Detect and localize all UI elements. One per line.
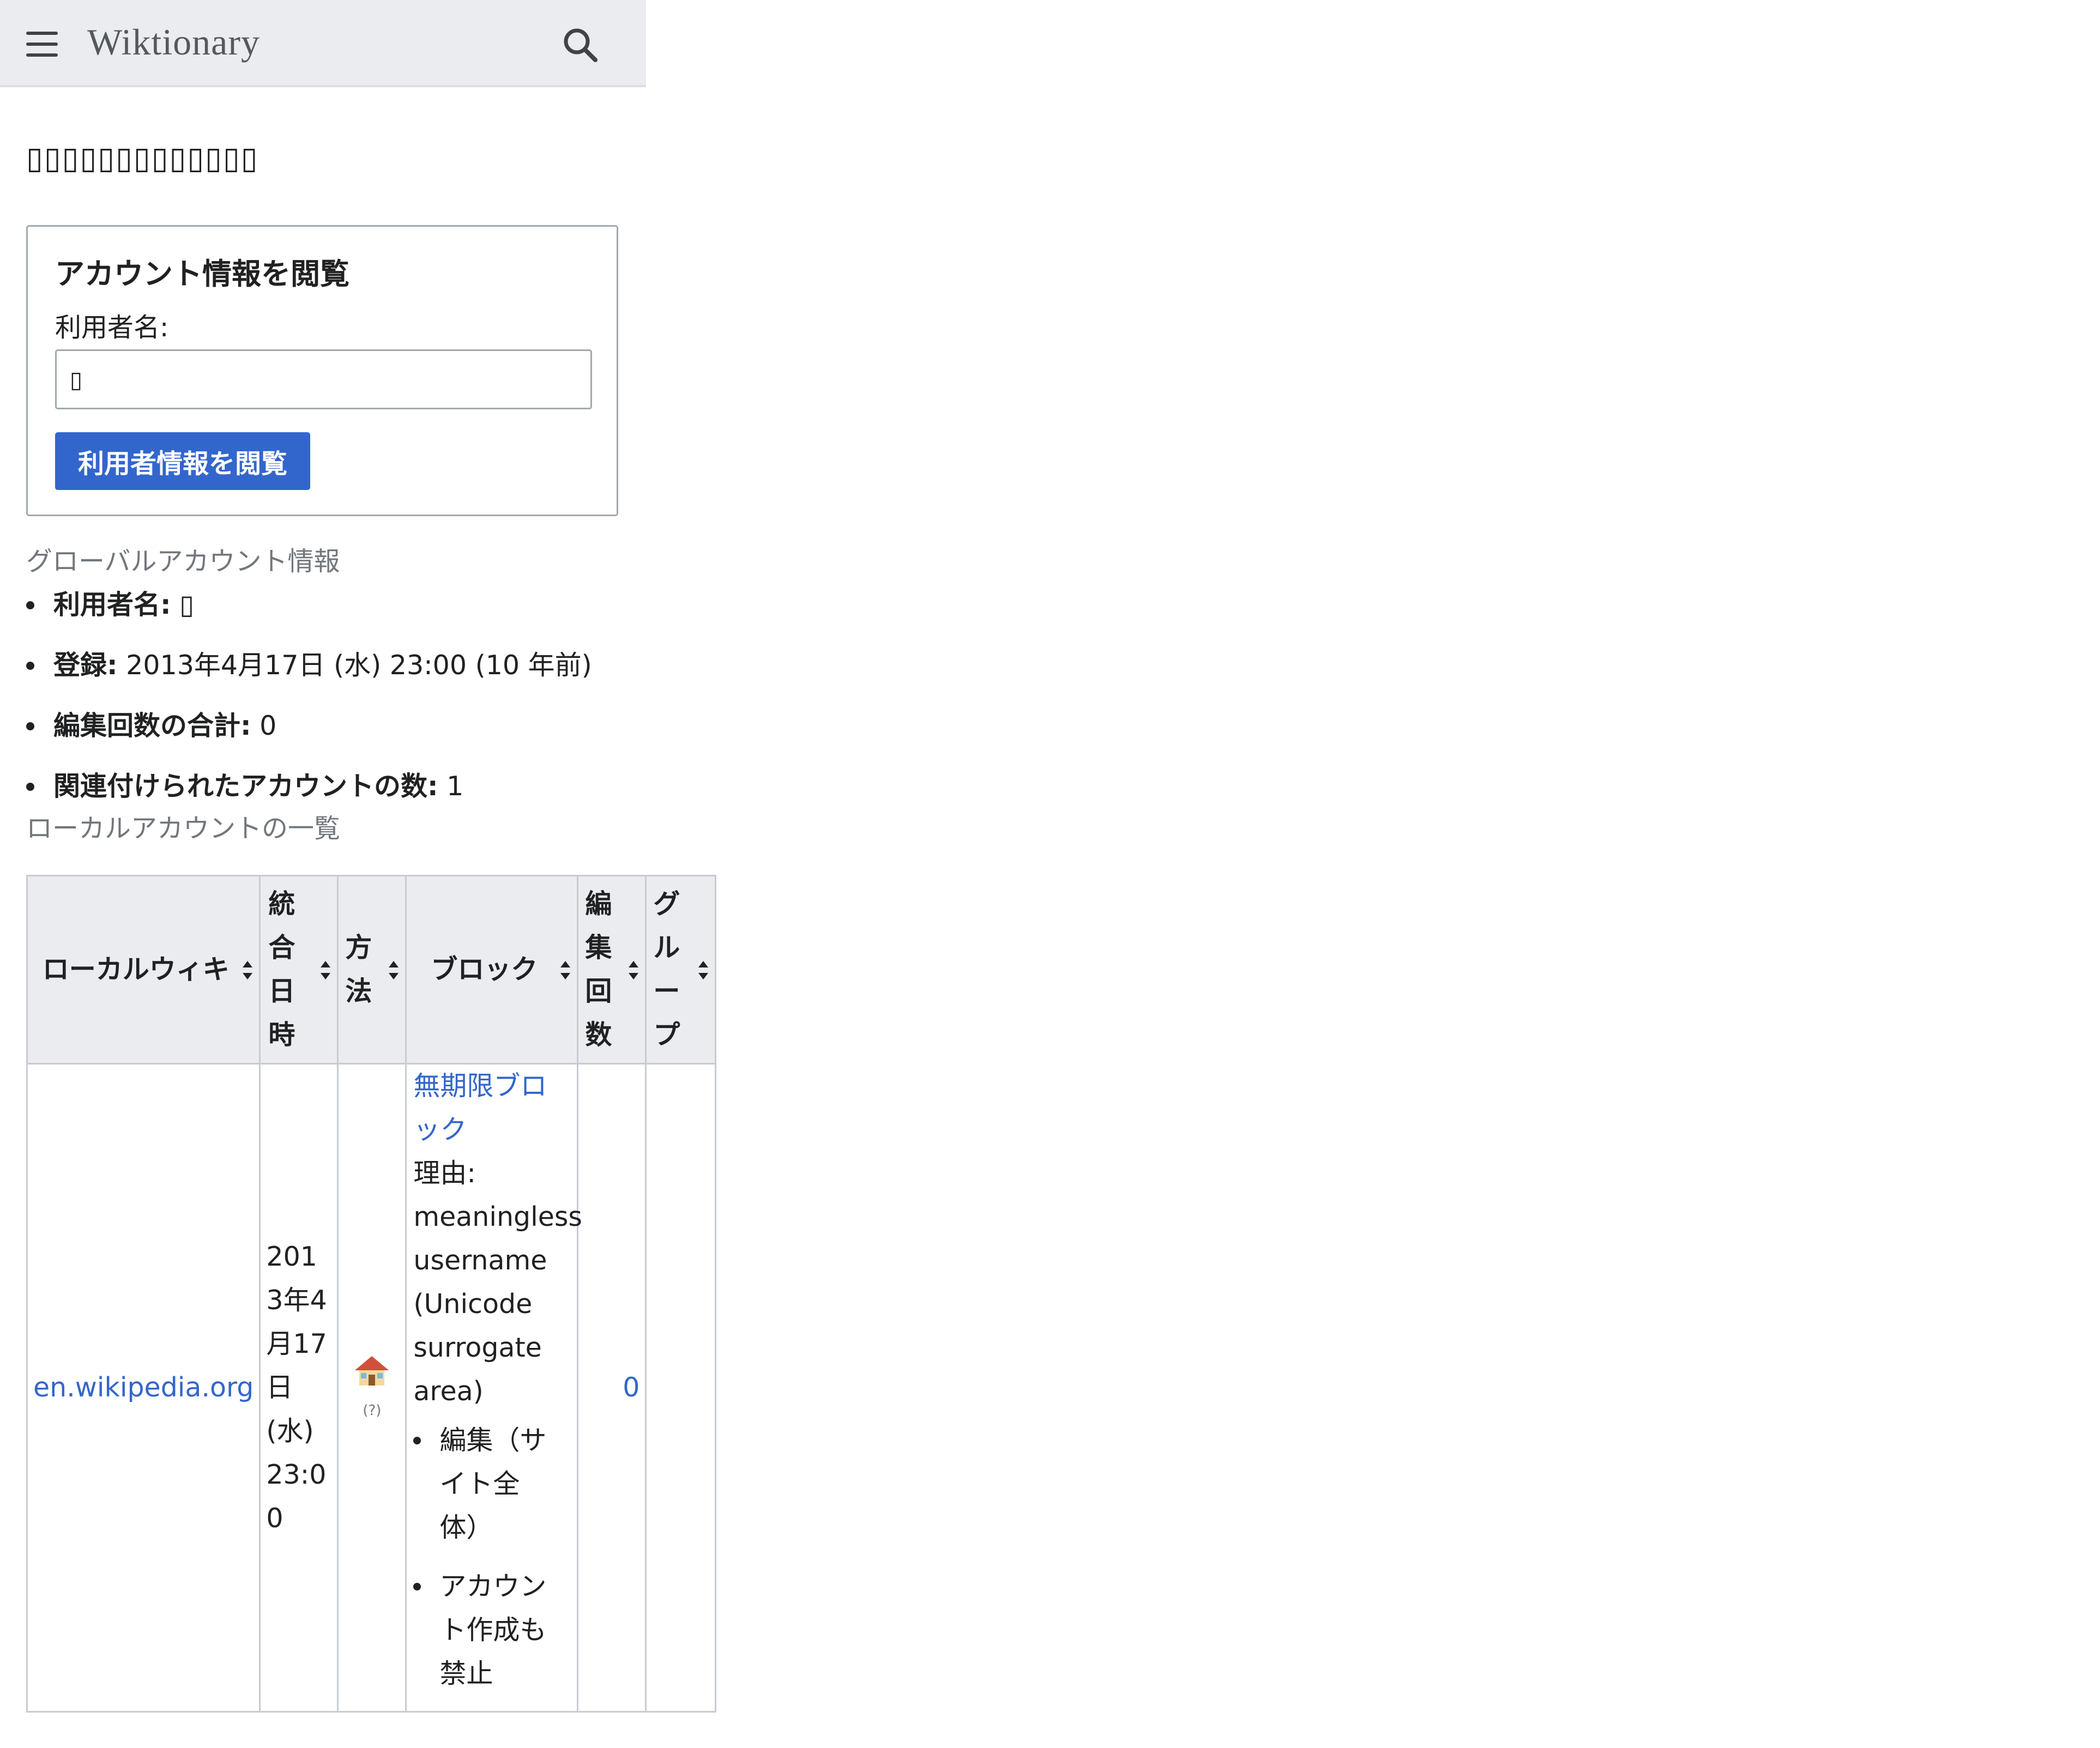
cell-groups xyxy=(645,1063,717,1713)
info-item-username: 利用者名: ▯ xyxy=(26,583,592,644)
column-header-label: 編集回数 xyxy=(585,888,612,1050)
wiki-link[interactable]: en.wikipedia.org xyxy=(33,1372,254,1403)
merged-date: 2013年4月17日 (水) 23:00 xyxy=(266,1241,327,1534)
info-value: 2013年4月17日 (水) 23:00 (10 年前) xyxy=(117,650,592,681)
info-value: 1 xyxy=(438,771,464,802)
info-value: 0 xyxy=(251,710,277,741)
list-item: アカウント作成も禁止 xyxy=(413,1565,548,1696)
sort-icon[interactable] xyxy=(389,961,399,979)
info-item-total-edits: 編集回数の合計: 0 xyxy=(26,704,592,765)
sort-icon[interactable] xyxy=(243,961,253,979)
column-header-local-wiki[interactable]: ローカルウィキ xyxy=(26,875,261,1064)
username-input[interactable] xyxy=(55,349,592,409)
column-header-label: 方法 xyxy=(345,932,372,1007)
cell-local-wiki: en.wikipedia.org xyxy=(26,1063,261,1713)
account-info-form: アカウント情報を閲覧 利用者名: 利用者情報を閲覧 xyxy=(26,225,618,516)
column-header-block[interactable]: ブロック xyxy=(405,875,579,1064)
info-label: 利用者名: xyxy=(53,589,171,620)
local-accounts-caption: ローカルアカウントの一覧 xyxy=(26,813,341,844)
column-header-merged[interactable]: 統合日時 xyxy=(259,875,339,1064)
info-label: 編集回数の合計: xyxy=(53,710,251,741)
table-header-row: ローカルウィキ 統合日時 方法 ブロック 編集回数 グループ xyxy=(26,875,717,1064)
column-header-edit-count[interactable]: 編集回数 xyxy=(577,875,647,1064)
column-header-method[interactable]: 方法 xyxy=(337,875,407,1064)
username-label: 利用者名: xyxy=(55,312,169,343)
edit-count-link[interactable]: 0 xyxy=(623,1372,639,1403)
cell-merged-date: 2013年4月17日 (水) 23:00 xyxy=(259,1063,339,1713)
page-title: ▯▯▯▯▯▯▯▯▯▯▯▯▯ xyxy=(26,141,259,176)
sort-icon[interactable] xyxy=(629,961,639,979)
info-label: 関連付けられたアカウントの数: xyxy=(53,771,438,802)
block-reason: 理由: meaningless username (Unicode surrog… xyxy=(413,1158,582,1407)
column-header-label: ローカルウィキ xyxy=(42,954,230,985)
column-header-label: 統合日時 xyxy=(268,888,295,1050)
site-logo[interactable]: Wiktionary xyxy=(87,21,260,64)
column-header-label: ブロック xyxy=(431,954,538,985)
info-label: 登録: xyxy=(53,650,118,681)
block-details-list: 編集（サイト全体） アカウント作成も禁止 xyxy=(413,1419,571,1696)
info-value: ▯ xyxy=(171,589,195,620)
sort-icon[interactable] xyxy=(560,961,571,979)
method-help-link[interactable]: (?) xyxy=(344,1400,400,1422)
home-icon xyxy=(353,1354,391,1400)
local-accounts-table: ローカルウィキ 統合日時 方法 ブロック 編集回数 グループ en.wikipe… xyxy=(26,875,717,1713)
search-icon[interactable] xyxy=(562,26,600,64)
cell-method: (?) xyxy=(337,1063,407,1713)
info-item-registered: 登録: 2013年4月17日 (水) 23:00 (10 年前) xyxy=(26,644,592,704)
sort-icon[interactable] xyxy=(698,961,709,979)
form-legend: アカウント情報を閲覧 xyxy=(55,257,349,291)
global-info-caption: グローバルアカウント情報 xyxy=(26,546,340,577)
column-header-groups[interactable]: グループ xyxy=(645,875,717,1064)
hamburger-menu-icon[interactable] xyxy=(26,32,58,57)
top-header: Wiktionary xyxy=(0,0,646,87)
block-log-link[interactable]: 無期限ブロック xyxy=(413,1064,555,1152)
cell-block: 無期限ブロック 理由: meaningless username (Unicod… xyxy=(405,1063,582,1713)
column-header-label: グループ xyxy=(653,888,680,1050)
table-row: en.wikipedia.org 2013年4月17日 (水) 23:00 (?… xyxy=(26,1063,717,1713)
global-info-list: 利用者名: ▯ 登録: 2013年4月17日 (水) 23:00 (10 年前)… xyxy=(26,583,592,825)
sort-icon[interactable] xyxy=(321,961,331,979)
view-account-info-button[interactable]: 利用者情報を閲覧 xyxy=(55,432,310,490)
list-item: 編集（サイト全体） xyxy=(413,1419,548,1550)
cell-edit-count: 0 xyxy=(577,1063,647,1713)
